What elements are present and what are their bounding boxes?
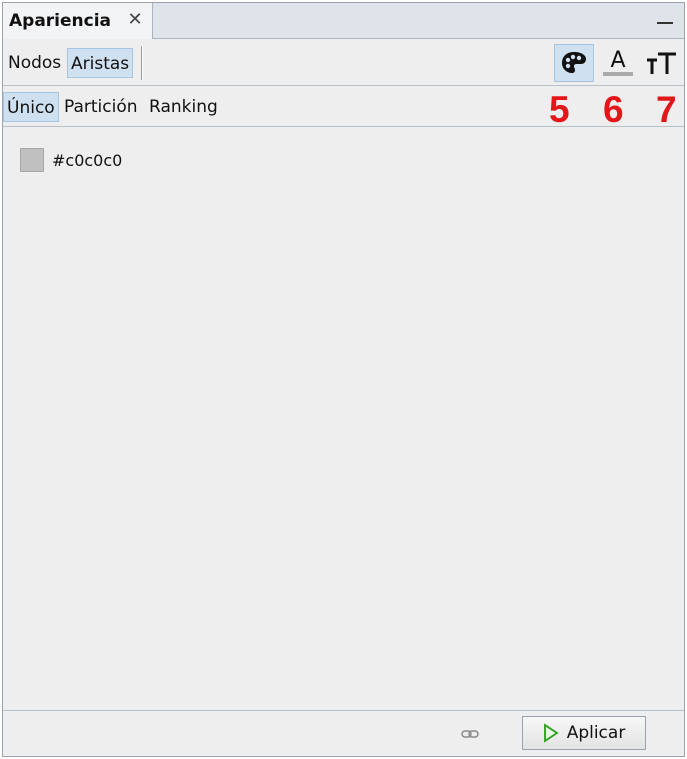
appearance-panel: Apariencia ✕ Nodos Aristas A 5 6 7 Único…	[2, 2, 685, 757]
nodes-mode-button[interactable]: Nodos	[5, 48, 64, 78]
transformer-tabs: Único Partición Ranking	[3, 87, 684, 127]
bottom-bar: Aplicar	[3, 710, 684, 756]
palette-icon	[562, 52, 586, 73]
link-icon[interactable]	[461, 727, 479, 741]
tab-unique[interactable]: Único	[3, 92, 59, 122]
label-color-button[interactable]: A	[598, 44, 638, 82]
label-size-button[interactable]	[641, 44, 681, 82]
unique-color-picker[interactable]: #c0c0c0	[20, 148, 122, 172]
label-color-icon: A	[603, 48, 633, 76]
edges-mode-button[interactable]: Aristas	[67, 48, 134, 78]
panel-title-bar: Apariencia ✕	[3, 3, 684, 39]
tab-apariencia[interactable]: Apariencia ✕	[3, 3, 153, 39]
close-icon[interactable]: ✕	[125, 9, 145, 31]
color-value: #c0c0c0	[52, 150, 123, 170]
apply-label: Aplicar	[566, 723, 626, 743]
minimize-icon[interactable]	[656, 13, 674, 31]
play-icon	[543, 723, 559, 743]
tab-partition[interactable]: Partición	[61, 92, 141, 122]
tab-title: Apariencia	[9, 11, 112, 31]
text-size-icon	[647, 52, 676, 74]
mode-toolbar: Nodos Aristas A	[3, 40, 684, 86]
color-swatch[interactable]	[20, 148, 44, 172]
apply-button[interactable]: Aplicar	[522, 716, 646, 750]
svg-text:A: A	[610, 48, 625, 73]
tab-ranking[interactable]: Ranking	[146, 92, 221, 122]
color-button[interactable]	[554, 44, 594, 82]
toolbar-divider	[141, 46, 143, 80]
